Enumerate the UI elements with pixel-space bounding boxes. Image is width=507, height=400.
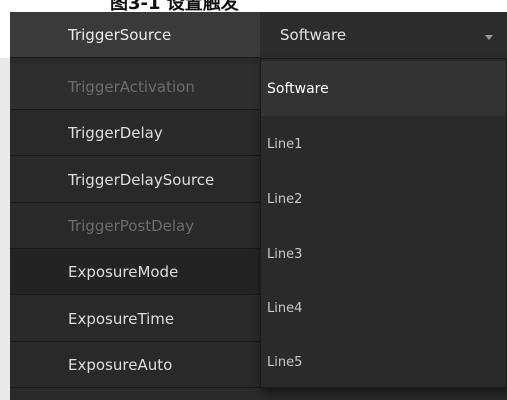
- param-label: TriggerPostDelay: [68, 216, 195, 235]
- param-row-exposure-time[interactable]: ExposureTime: [10, 296, 260, 342]
- param-label: TriggerDelay: [68, 123, 163, 142]
- option-line2[interactable]: Line2: [261, 172, 506, 227]
- param-row-exposure-mode[interactable]: ExposureMode: [10, 249, 260, 295]
- param-row-trigger-delay[interactable]: TriggerDelay: [10, 110, 260, 156]
- dropdown-menu: Software Line1 Line2 Line3 Line4 Line5: [260, 58, 507, 388]
- param-row-exposure-auto[interactable]: ExposureAuto: [10, 342, 260, 388]
- caption-text: 图3-1 设置触发: [110, 0, 239, 12]
- param-label: TriggerDelaySource: [68, 170, 215, 189]
- option-label: Line5: [267, 355, 303, 370]
- option-line3[interactable]: Line3: [261, 227, 506, 282]
- chevron-down-icon[interactable]: [485, 35, 493, 40]
- param-label: ExposureMode: [68, 262, 179, 281]
- option-label: Line2: [267, 192, 303, 207]
- param-label: ExposureAuto: [68, 355, 173, 374]
- option-label: Line3: [267, 247, 303, 262]
- param-row-trigger-post-delay: TriggerPostDelay: [10, 203, 260, 249]
- option-line1[interactable]: Line1: [261, 117, 506, 172]
- parameter-list: TriggerSource TriggerActivation TriggerD…: [10, 12, 260, 400]
- select-value: Software: [280, 26, 347, 44]
- param-row-trigger-source[interactable]: TriggerSource: [10, 12, 260, 58]
- figure-caption: 图3-1 设置触发: [0, 0, 507, 12]
- option-label: Line1: [267, 137, 303, 152]
- option-software[interactable]: Software: [261, 61, 506, 116]
- param-row-trigger-delay-source[interactable]: TriggerDelaySource: [10, 157, 260, 203]
- option-line5[interactable]: Line5: [261, 335, 506, 390]
- left-strip: [0, 58, 10, 400]
- option-label: Software: [267, 80, 329, 97]
- param-label: TriggerActivation: [68, 77, 195, 96]
- param-label: ExposureTime: [68, 309, 175, 328]
- param-row-trigger-activation: TriggerActivation: [10, 64, 260, 110]
- option-label: Line4: [267, 301, 303, 316]
- param-label: TriggerSource: [68, 25, 172, 44]
- option-line4[interactable]: Line4: [261, 281, 506, 336]
- trigger-source-select[interactable]: Software: [260, 12, 507, 58]
